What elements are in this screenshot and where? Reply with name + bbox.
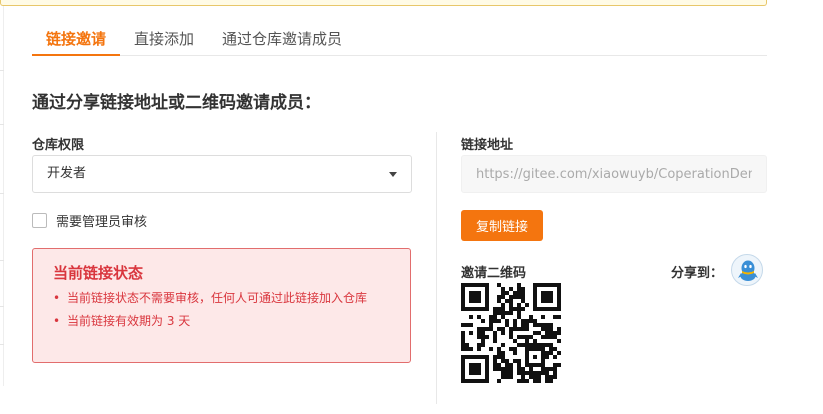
column-divider xyxy=(436,132,437,404)
approval-checkbox-row[interactable]: 需要管理员审核 xyxy=(32,211,147,230)
link-status-item: 当前链接有效期为 3 天 xyxy=(53,312,390,330)
link-status-item: 当前链接状态不需要审核，任何人可通过此链接加入仓库 xyxy=(53,289,390,307)
qq-share-button[interactable] xyxy=(731,254,763,286)
invite-qr-code xyxy=(461,283,561,383)
invite-tabs: 链接邀请 直接添加 通过仓库邀请成员 xyxy=(32,20,767,56)
permission-label: 仓库权限 xyxy=(32,138,85,153)
qr-code-label: 邀请二维码 xyxy=(461,266,527,281)
left-panel-edge xyxy=(0,6,4,386)
link-address-input[interactable] xyxy=(461,155,767,193)
qq-icon xyxy=(738,260,758,281)
link-status-list: 当前链接状态不需要审核，任何人可通过此链接加入仓库 当前链接有效期为 3 天 xyxy=(53,289,390,330)
share-to-label: 分享到： xyxy=(671,266,724,281)
copy-link-button[interactable]: 复制链接 xyxy=(461,210,543,241)
page-heading: 通过分享链接地址或二维码邀请成员： xyxy=(32,93,321,113)
permission-selected-value: 开发者 xyxy=(47,166,87,181)
approval-checkbox[interactable] xyxy=(32,213,47,228)
notice-bar-edge xyxy=(0,0,767,6)
link-address-label: 链接地址 xyxy=(461,138,514,153)
link-status-title: 当前链接状态 xyxy=(53,264,144,282)
link-status-alert: 当前链接状态 当前链接状态不需要审核，任何人可通过此链接加入仓库 当前链接有效期… xyxy=(32,248,411,363)
permission-select[interactable]: 开发者 xyxy=(32,155,412,193)
approval-checkbox-label: 需要管理员审核 xyxy=(56,215,148,230)
tab-repo-invite[interactable]: 通过仓库邀请成员 xyxy=(208,20,356,56)
tab-direct-add[interactable]: 直接添加 xyxy=(120,20,208,56)
caret-down-icon xyxy=(389,172,397,177)
tab-link-invite[interactable]: 链接邀请 xyxy=(32,20,121,56)
